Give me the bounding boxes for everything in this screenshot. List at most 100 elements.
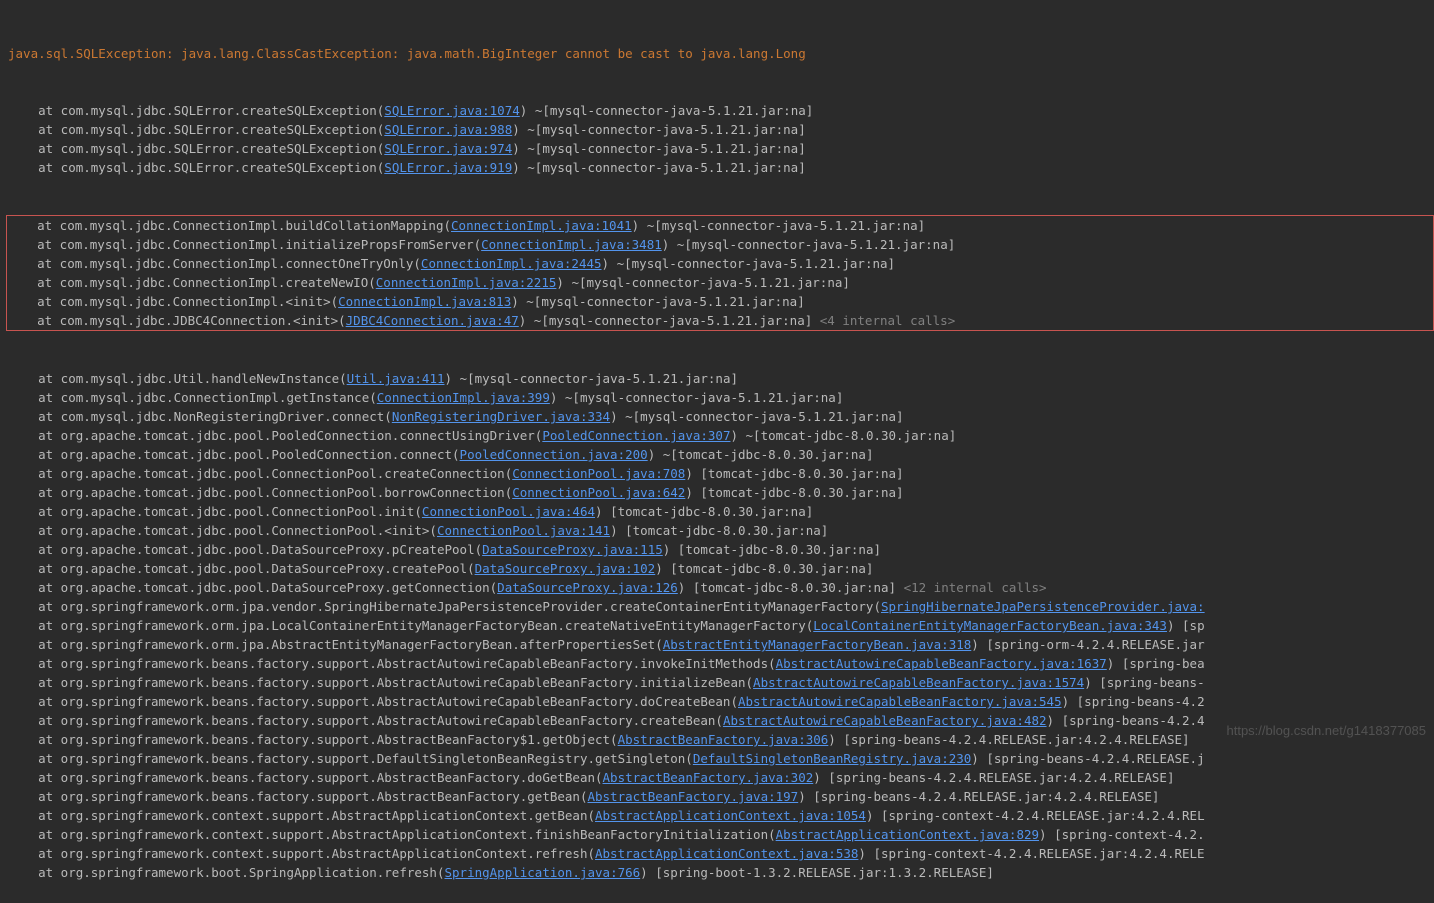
source-link[interactable]: AbstractAutowireCapableBeanFactory.java:…: [723, 713, 1047, 728]
frame-prefix: at com.mysql.jdbc.ConnectionImpl.createN…: [7, 275, 376, 290]
source-link[interactable]: LocalContainerEntityManagerFactoryBean.j…: [813, 618, 1167, 633]
stack-frame: at org.springframework.context.support.A…: [8, 825, 1434, 844]
stack-frame: at org.springframework.orm.jpa.LocalCont…: [8, 616, 1434, 635]
source-link[interactable]: AbstractBeanFactory.java:197: [587, 789, 798, 804]
frame-suffix: ) ~[mysql-connector-java-5.1.21.jar:na]: [550, 390, 844, 405]
source-link[interactable]: SQLError.java:1074: [384, 103, 519, 118]
frame-prefix: at org.springframework.beans.factory.sup…: [8, 656, 776, 671]
frame-prefix: at org.springframework.beans.factory.sup…: [8, 713, 723, 728]
source-link[interactable]: AbstractAutowireCapableBeanFactory.java:…: [738, 694, 1062, 709]
frame-prefix: at com.mysql.jdbc.SQLError.createSQLExce…: [8, 103, 384, 118]
source-link[interactable]: DataSourceProxy.java:115: [482, 542, 663, 557]
frame-suffix: ) [spring-context-4.2.4.RELEASE.jar:4.2.…: [866, 808, 1205, 823]
frame-suffix: ) [spring-beans-4.2.4.RELEASE.jar:4.2.4.…: [828, 732, 1189, 747]
stack-frame: at org.springframework.beans.factory.sup…: [8, 654, 1434, 673]
source-link[interactable]: Util.java:411: [347, 371, 445, 386]
frame-prefix: at com.mysql.jdbc.SQLError.createSQLExce…: [8, 122, 384, 137]
frame-suffix: ) [spring-orm-4.2.4.RELEASE.jar: [971, 637, 1204, 652]
source-link[interactable]: PooledConnection.java:307: [542, 428, 730, 443]
frame-prefix: at org.springframework.orm.jpa.AbstractE…: [8, 637, 663, 652]
frame-suffix: ) ~[mysql-connector-java-5.1.21.jar:na]: [512, 141, 806, 156]
source-link[interactable]: ConnectionImpl.java:1041: [451, 218, 632, 233]
frame-suffix: ) [sp: [1167, 618, 1205, 633]
stack-frame: at org.apache.tomcat.jdbc.pool.Connectio…: [8, 502, 1434, 521]
stack-frame: at org.springframework.beans.factory.sup…: [8, 730, 1434, 749]
stack-frame: at com.mysql.jdbc.ConnectionImpl.getInst…: [8, 388, 1434, 407]
source-link[interactable]: SpringHibernateJpaPersistenceProvider.ja…: [881, 599, 1205, 614]
source-link[interactable]: AbstractBeanFactory.java:302: [603, 770, 814, 785]
source-link[interactable]: AbstractApplicationContext.java:538: [595, 846, 858, 861]
frame-suffix: ) ~[mysql-connector-java-5.1.21.jar:na]: [519, 313, 813, 328]
frame-prefix: at com.mysql.jdbc.Util.handleNewInstance…: [8, 371, 347, 386]
stack-frame: at com.mysql.jdbc.ConnectionImpl.buildCo…: [7, 216, 1433, 235]
source-link[interactable]: SQLError.java:919: [384, 160, 512, 175]
frame-suffix: ) ~[mysql-connector-java-5.1.21.jar:na]: [632, 218, 926, 233]
source-link[interactable]: PooledConnection.java:200: [460, 447, 648, 462]
source-link[interactable]: DefaultSingletonBeanRegistry.java:230: [693, 751, 971, 766]
stack-frame: at org.springframework.beans.factory.sup…: [8, 711, 1434, 730]
frame-prefix: at org.apache.tomcat.jdbc.pool.Connectio…: [8, 523, 437, 538]
frame-suffix: ) [spring-beans-4.2.4: [1047, 713, 1205, 728]
stack-frame: at org.springframework.context.support.A…: [8, 844, 1434, 863]
source-link[interactable]: ConnectionImpl.java:2215: [376, 275, 557, 290]
stack-frame: at org.apache.tomcat.jdbc.pool.Connectio…: [8, 483, 1434, 502]
frame-suffix: ) [spring-beans-4.2.4.RELEASE.j: [971, 751, 1204, 766]
source-link[interactable]: DataSourceProxy.java:102: [475, 561, 656, 576]
source-link[interactable]: AbstractBeanFactory.java:306: [618, 732, 829, 747]
stack-frame: at org.springframework.beans.factory.sup…: [8, 768, 1434, 787]
frame-suffix: ) ~[mysql-connector-java-5.1.21.jar:na]: [512, 160, 806, 175]
source-link[interactable]: ConnectionPool.java:464: [422, 504, 595, 519]
source-link[interactable]: ConnectionImpl.java:3481: [481, 237, 662, 252]
frame-suffix: ) ~[tomcat-jdbc-8.0.30.jar:na]: [730, 428, 956, 443]
source-link[interactable]: AbstractAutowireCapableBeanFactory.java:…: [753, 675, 1084, 690]
source-link[interactable]: ConnectionImpl.java:399: [377, 390, 550, 405]
source-link[interactable]: AbstractApplicationContext.java:829: [776, 827, 1039, 842]
frame-prefix: at org.springframework.beans.factory.sup…: [8, 789, 587, 804]
source-link[interactable]: DataSourceProxy.java:126: [497, 580, 678, 595]
frame-prefix: at com.mysql.jdbc.SQLError.createSQLExce…: [8, 141, 384, 156]
internal-calls-note: <12 internal calls>: [896, 580, 1047, 595]
frame-prefix: at org.springframework.beans.factory.sup…: [8, 751, 693, 766]
source-link[interactable]: ConnectionPool.java:141: [437, 523, 610, 538]
frame-prefix: at com.mysql.jdbc.JDBC4Connection.<init>…: [7, 313, 346, 328]
frame-prefix: at com.mysql.jdbc.ConnectionImpl.initial…: [7, 237, 481, 252]
stack-frame: at com.mysql.jdbc.ConnectionImpl.connect…: [7, 254, 1433, 273]
frame-prefix: at org.springframework.context.support.A…: [8, 827, 776, 842]
stack-frame: at org.apache.tomcat.jdbc.pool.Connectio…: [8, 464, 1434, 483]
frame-suffix: ) ~[mysql-connector-java-5.1.21.jar:na]: [512, 122, 806, 137]
frame-suffix: ) ~[mysql-connector-java-5.1.21.jar:na]: [602, 256, 896, 271]
frame-suffix: ) [spring-context-4.2.4.RELEASE.jar:4.2.…: [858, 846, 1204, 861]
frame-prefix: at com.mysql.jdbc.SQLError.createSQLExce…: [8, 160, 384, 175]
source-link[interactable]: JDBC4Connection.java:47: [346, 313, 519, 328]
stack-frame: at org.springframework.orm.jpa.AbstractE…: [8, 635, 1434, 654]
frame-prefix: at org.apache.tomcat.jdbc.pool.PooledCon…: [8, 447, 460, 462]
source-link[interactable]: AbstractApplicationContext.java:1054: [595, 808, 866, 823]
source-link[interactable]: SQLError.java:974: [384, 141, 512, 156]
source-link[interactable]: ConnectionPool.java:642: [512, 485, 685, 500]
source-link[interactable]: ConnectionPool.java:708: [512, 466, 685, 481]
stack-frame: at com.mysql.jdbc.ConnectionImpl.initial…: [7, 235, 1433, 254]
stack-frame: at com.mysql.jdbc.NonRegisteringDriver.c…: [8, 407, 1434, 426]
frame-suffix: ) [spring-beans-4.2.4.RELEASE.jar:4.2.4.…: [813, 770, 1174, 785]
frame-prefix: at org.springframework.beans.factory.sup…: [8, 770, 603, 785]
stack-frame: at org.apache.tomcat.jdbc.pool.PooledCon…: [8, 426, 1434, 445]
frame-prefix: at org.apache.tomcat.jdbc.pool.DataSourc…: [8, 561, 475, 576]
frame-prefix: at org.springframework.orm.jpa.LocalCont…: [8, 618, 813, 633]
stack-frame: at com.mysql.jdbc.SQLError.createSQLExce…: [8, 158, 1434, 177]
stack-frame: at org.springframework.beans.factory.sup…: [8, 692, 1434, 711]
frame-prefix: at org.apache.tomcat.jdbc.pool.PooledCon…: [8, 428, 542, 443]
frame-prefix: at com.mysql.jdbc.ConnectionImpl.<init>(: [7, 294, 338, 309]
source-link[interactable]: NonRegisteringDriver.java:334: [392, 409, 610, 424]
source-link[interactable]: AbstractAutowireCapableBeanFactory.java:…: [776, 656, 1107, 671]
source-link[interactable]: AbstractEntityManagerFactoryBean.java:31…: [663, 637, 972, 652]
frame-suffix: ) ~[mysql-connector-java-5.1.21.jar:na]: [511, 294, 805, 309]
source-link[interactable]: ConnectionImpl.java:813: [338, 294, 511, 309]
frame-suffix: ) [tomcat-jdbc-8.0.30.jar:na]: [663, 542, 881, 557]
frame-prefix: at com.mysql.jdbc.ConnectionImpl.getInst…: [8, 390, 377, 405]
source-link[interactable]: SQLError.java:988: [384, 122, 512, 137]
frame-suffix: ) ~[tomcat-jdbc-8.0.30.jar:na]: [648, 447, 874, 462]
console-output: java.sql.SQLException: java.lang.ClassCa…: [0, 0, 1434, 903]
source-link[interactable]: SpringApplication.java:766: [445, 865, 641, 880]
frame-suffix: ) [spring-beans-: [1084, 675, 1204, 690]
source-link[interactable]: ConnectionImpl.java:2445: [421, 256, 602, 271]
